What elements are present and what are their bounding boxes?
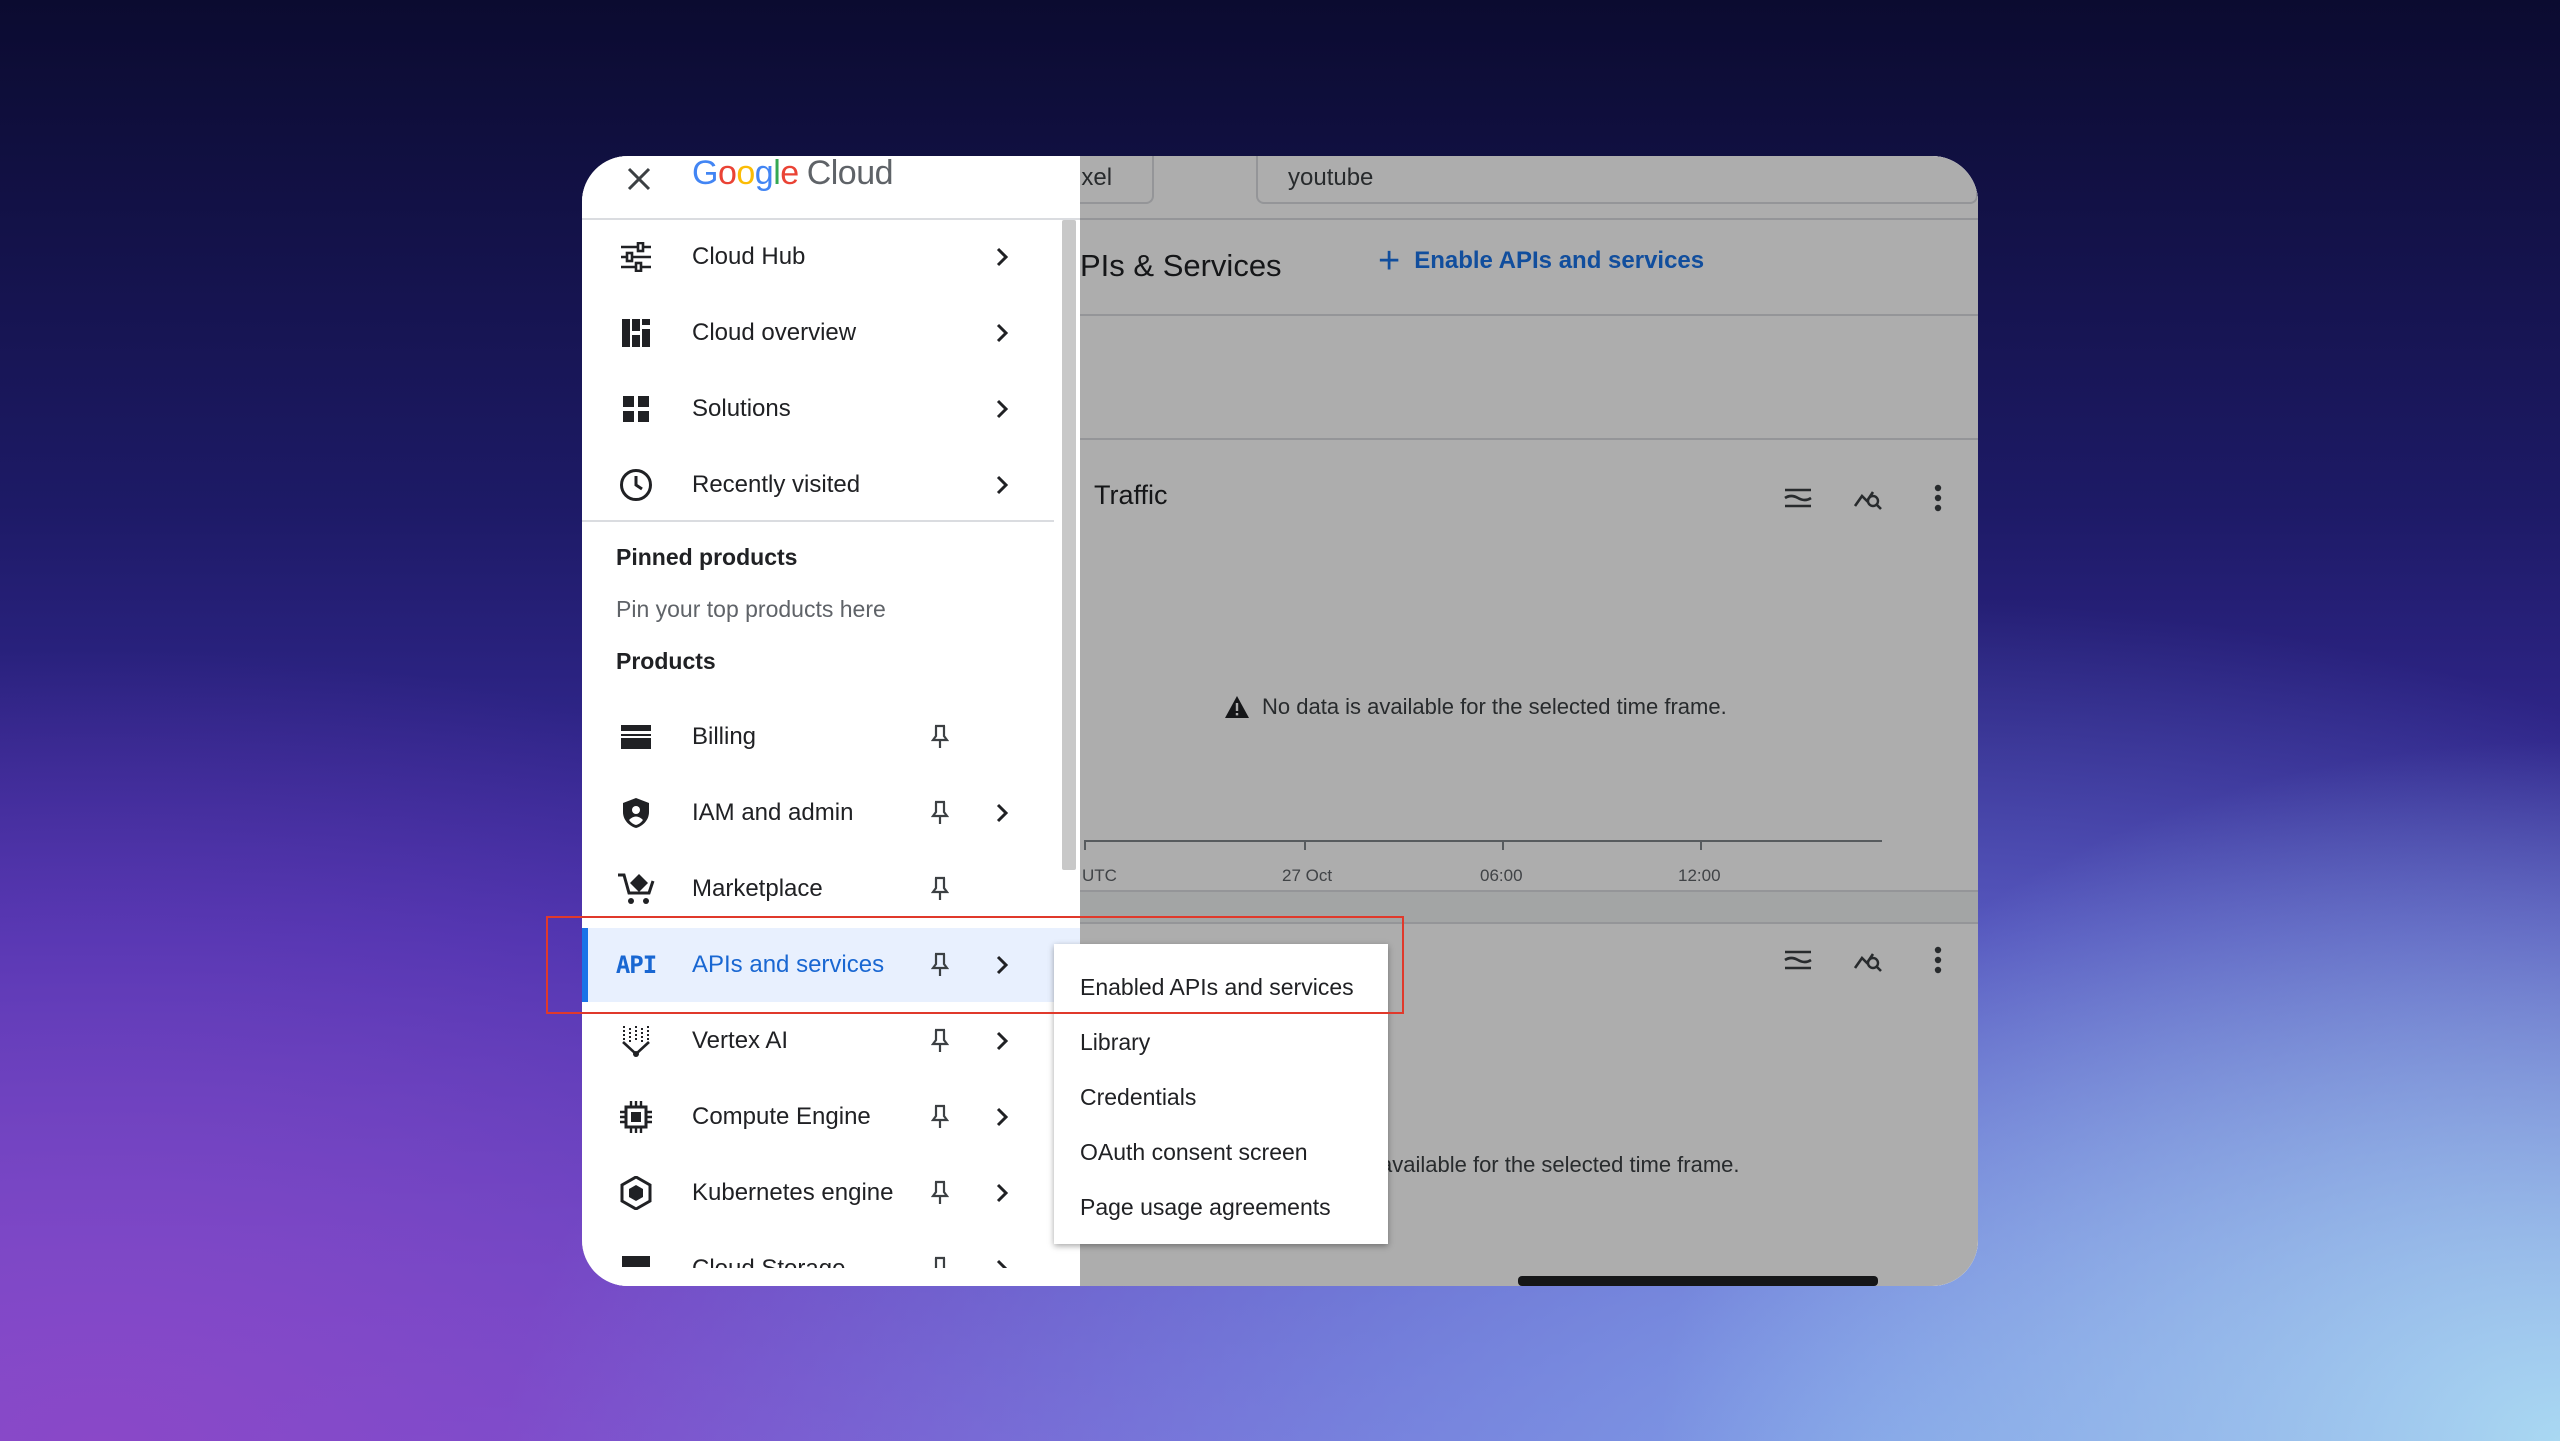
nav-item-solutions[interactable]: Solutions <box>582 372 1060 446</box>
chevron-right-icon[interactable] <box>986 468 1018 502</box>
chevron-right-icon[interactable] <box>986 392 1018 426</box>
nav-label: Cloud overview <box>692 319 857 346</box>
nav-label: Marketplace <box>692 875 823 902</box>
nav-label: Kubernetes engine <box>692 1179 894 1206</box>
pin-icon[interactable] <box>924 720 956 754</box>
submenu-item-library[interactable]: Library <box>1080 1029 1150 1056</box>
pin-icon[interactable] <box>924 948 956 982</box>
chevron-right-icon[interactable] <box>986 1176 1018 1210</box>
products-heading: Products <box>616 648 716 674</box>
nav-label: Solutions <box>692 395 791 422</box>
divider <box>582 520 1054 522</box>
api-icon: API <box>615 945 657 985</box>
nav-label: Billing <box>692 723 757 750</box>
app-window: Pixel youtube PIs & Services + Enable AP… <box>582 156 1978 1286</box>
nav-label: Cloud Hub <box>692 243 806 270</box>
drawer-scrollbar[interactable] <box>1062 220 1076 870</box>
nav-label: IAM and admin <box>692 799 854 826</box>
billing-icon <box>616 717 656 757</box>
pin-icon[interactable] <box>924 796 956 830</box>
close-icon[interactable] <box>618 158 660 200</box>
clock-icon <box>616 465 656 505</box>
shield-icon <box>616 793 656 833</box>
nav-item-cloud-overview[interactable]: Cloud overview <box>582 296 1060 370</box>
nav-item-iam-admin[interactable]: IAM and admin <box>582 776 1060 850</box>
nav-label: APIs and services <box>692 951 885 978</box>
logo-google: Google <box>692 156 799 192</box>
nav-item-apis-services[interactable]: API APIs and services <box>582 928 1080 1002</box>
chevron-right-icon[interactable] <box>986 796 1018 830</box>
nav-item-compute-engine[interactable]: Compute Engine <box>582 1080 1060 1154</box>
submenu-item-credentials[interactable]: Credentials <box>1080 1084 1196 1111</box>
chevron-right-icon[interactable] <box>986 1024 1018 1058</box>
chevron-right-icon[interactable] <box>986 1100 1018 1134</box>
drawer-bottom-edge <box>582 1268 1080 1286</box>
nav-item-cloud-hub[interactable]: Cloud Hub <box>582 220 1060 294</box>
nav-drawer: Google Cloud Cloud Hub Cloud overview Sol… <box>582 156 1080 1286</box>
kubernetes-icon <box>616 1173 656 1213</box>
chip-icon <box>616 1097 656 1137</box>
nav-item-billing[interactable]: Billing <box>582 700 1060 774</box>
pin-icon[interactable] <box>924 1176 956 1210</box>
nav-label: Compute Engine <box>692 1103 871 1130</box>
nav-label: Vertex AI <box>692 1027 789 1054</box>
drawer-header: Google Cloud <box>582 156 1080 220</box>
api-icon-text: API <box>615 951 657 979</box>
tune-icon <box>616 237 656 277</box>
apis-submenu: Enabled APIs and services Library Creden… <box>1054 944 1388 1244</box>
nav-item-kubernetes-engine[interactable]: Kubernetes engine <box>582 1156 1060 1230</box>
nav-label: Recently visited <box>692 471 861 498</box>
logo-cloud: Cloud <box>806 156 894 192</box>
cart-icon <box>616 869 656 909</box>
pin-icon[interactable] <box>924 1024 956 1058</box>
google-cloud-logo[interactable]: Google Cloud <box>692 156 894 193</box>
pin-icon[interactable] <box>924 872 956 906</box>
dashboard-icon <box>616 313 656 353</box>
pinned-heading: Pinned products <box>616 544 798 570</box>
nav-item-vertex-ai[interactable]: Vertex AI <box>582 1004 1060 1078</box>
chevron-right-icon[interactable] <box>986 240 1018 274</box>
nav-item-recently-visited[interactable]: Recently visited <box>582 448 1060 522</box>
submenu-item-oauth-consent[interactable]: OAuth consent screen <box>1080 1139 1308 1166</box>
pin-icon[interactable] <box>924 1100 956 1134</box>
grid-icon <box>616 389 656 429</box>
nav-item-marketplace[interactable]: Marketplace <box>582 852 1060 926</box>
submenu-item-page-usage[interactable]: Page usage agreements <box>1080 1194 1331 1221</box>
pinned-hint: Pin your top products here <box>616 596 886 622</box>
vertex-icon <box>616 1021 656 1061</box>
submenu-item-enabled-apis[interactable]: Enabled APIs and services <box>1080 974 1354 1001</box>
chevron-right-icon[interactable] <box>986 316 1018 350</box>
chevron-right-icon[interactable] <box>986 948 1018 982</box>
